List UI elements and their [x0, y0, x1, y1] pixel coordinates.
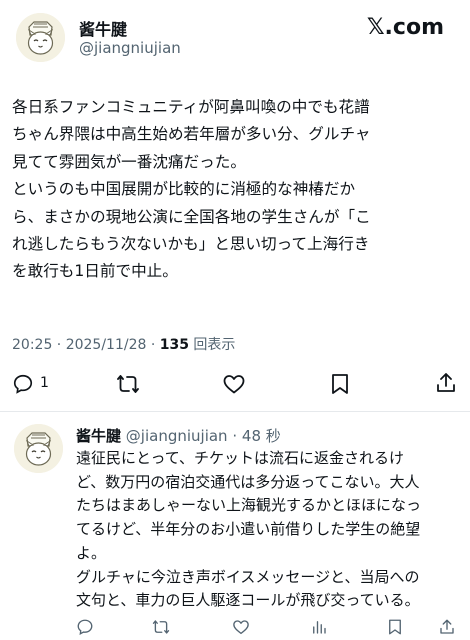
tweet-body: 各日系ファンコミュニティが阿鼻叫喚の中でも花譜 ちゃん界隈は中高生始め若年層が多…	[12, 98, 371, 281]
like-icon	[223, 375, 245, 394]
reply-button[interactable]	[12, 373, 42, 397]
bookmark-icon	[332, 374, 348, 394]
share-icon	[437, 373, 455, 392]
reply-time[interactable]: · 48 秒	[232, 427, 280, 445]
tweet-meta: 20:25 · 2025/11/28 · 135 回表示	[12, 334, 235, 354]
avatar[interactable]	[16, 13, 65, 62]
x-logo: 𝕏.com	[366, 15, 444, 40]
avatar-cat-illustration	[16, 13, 65, 62]
reply-avatar[interactable]	[14, 424, 63, 473]
retweet-icon	[152, 620, 170, 634]
reply-author-name[interactable]: 酱牛腱	[76, 427, 121, 445]
divider	[0, 411, 470, 412]
reply-icon	[77, 619, 93, 635]
reply-icon	[13, 374, 33, 394]
author-handle[interactable]: @jiangniujian	[79, 39, 181, 57]
views-icon	[313, 621, 326, 634]
tweet-timestamp[interactable]: 20:25 · 2025/11/28 ·	[12, 337, 160, 353]
retweet-button[interactable]	[116, 372, 140, 396]
bookmark-button[interactable]	[329, 372, 351, 396]
reply-body: 遠征民にとって、チケットは流石に返金されるけ ど、数万円の宿泊交通代は多分返って…	[76, 449, 422, 610]
reply-avatar-cat-illustration	[14, 424, 63, 473]
views-label: 回表示	[188, 337, 236, 353]
share-button[interactable]	[434, 371, 458, 395]
like-button[interactable]	[222, 372, 246, 396]
bookmark-icon	[389, 619, 401, 635]
reply-count: 1	[40, 375, 49, 391]
like-icon	[233, 620, 249, 635]
reply-reply-button[interactable]	[76, 618, 94, 636]
reply-bookmark-button[interactable]	[386, 618, 404, 636]
reply-share-button[interactable]	[438, 618, 456, 636]
reply-header: 酱牛腱 @jiangniujian · 48 秒	[76, 425, 281, 446]
reply-views-button[interactable]	[310, 618, 328, 636]
views-count: 135	[159, 337, 189, 353]
reply-author-handle[interactable]: @jiangniujian	[126, 427, 228, 445]
share-icon	[440, 619, 454, 634]
author-name[interactable]: 酱牛腱	[79, 16, 127, 40]
reply-like-button[interactable]	[232, 618, 250, 636]
retweet-icon	[117, 375, 139, 393]
reply-retweet-button[interactable]	[152, 618, 170, 636]
